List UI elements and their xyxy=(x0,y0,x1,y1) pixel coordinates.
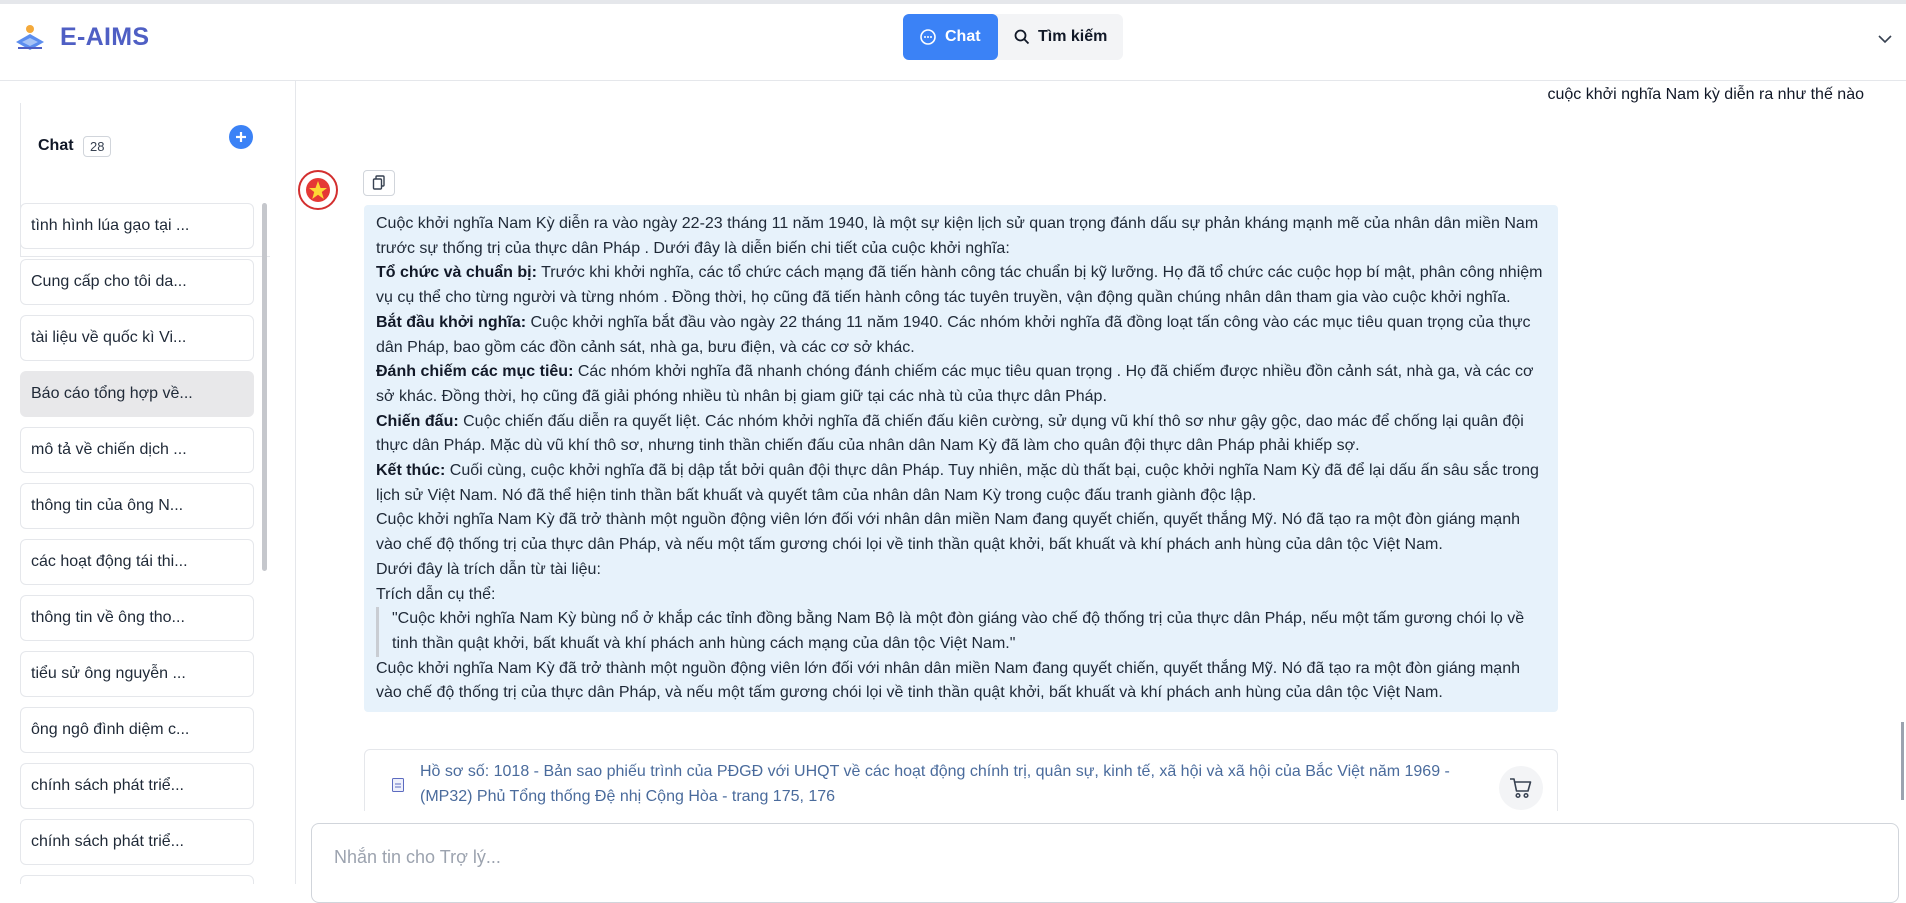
tab-chat[interactable]: Chat xyxy=(903,14,998,60)
user-message: cuộc khởi nghĩa Nam kỳ diễn ra như thế n… xyxy=(1547,86,1865,103)
conversation-item[interactable]: tình hình lúa gạo tại ... xyxy=(20,203,254,249)
section-text: Trước khi khởi nghĩa, các tổ chức cách m… xyxy=(376,264,1543,307)
new-chat-button[interactable] xyxy=(229,125,253,149)
section-heading: Kết thúc: xyxy=(376,462,446,480)
answer-section: Đánh chiếm các mục tiêu: Các nhóm khởi n… xyxy=(376,360,1546,409)
answer-section: Kết thúc: Cuối cùng, cuộc khởi nghĩa đã … xyxy=(376,459,1546,508)
chat-scrollbar[interactable] xyxy=(1901,722,1904,800)
tab-chat-label: Chat xyxy=(945,28,981,45)
conversation-item[interactable]: thông tin của ông N... xyxy=(20,483,254,529)
answer-intro: Cuộc khởi nghĩa Nam Kỳ diễn ra vào ngày … xyxy=(376,215,1539,257)
conversation-item[interactable]: Cung cấp cho tôi da... xyxy=(20,259,254,305)
conversation-item-selected[interactable]: Báo cáo tổng hợp về... xyxy=(20,371,254,417)
tab-search[interactable]: Tìm kiếm xyxy=(998,14,1124,60)
message-input[interactable] xyxy=(334,842,1834,872)
answer-conclusion: Cuộc khởi nghĩa Nam Kỳ đã trở thành một … xyxy=(376,511,1520,554)
tab-search-label: Tìm kiếm xyxy=(1038,28,1108,45)
logo-icon xyxy=(16,25,44,50)
conversation-item[interactable]: tiểu sử ông nguyễn ... xyxy=(20,651,254,697)
mode-switch: Chat Tìm kiếm xyxy=(903,14,1124,60)
sidebar-title: Chat xyxy=(38,137,74,154)
conversation-item[interactable]: chính sách phát triể... xyxy=(20,819,254,865)
chat-count-badge: 28 xyxy=(83,136,112,157)
conversation-item[interactable]: tài liệu về quốc kì Vi... xyxy=(20,315,254,361)
answer-section: Chiến đấu: Cuộc chiến đấu diễn ra quyết … xyxy=(376,410,1546,459)
section-heading: Bắt đầu khởi nghĩa: xyxy=(376,313,527,331)
chat-main: cuộc khởi nghĩa Nam kỳ diễn ra như thế n… xyxy=(297,81,1906,811)
section-heading: Đánh chiếm các mục tiêu: xyxy=(376,363,574,381)
app-logo[interactable]: E-AIMS xyxy=(12,22,149,52)
conversation-item[interactable]: mô tả về chiến dịch ... xyxy=(20,427,254,473)
source-card: Hồ sơ số: 1018 - Bản sao phiếu trình của… xyxy=(364,749,1558,811)
conversation-list: tình hình lúa gạo tại ... Cung cấp cho t… xyxy=(20,203,254,884)
assistant-avatar xyxy=(298,170,338,210)
add-to-cart-button[interactable] xyxy=(1499,766,1543,810)
answer-section: Bắt đầu khởi nghĩa: Cuộc khởi nghĩa bắt … xyxy=(376,311,1546,360)
section-text: Cuộc khởi nghĩa bắt đầu vào ngày 22 thán… xyxy=(376,313,1531,356)
conversation-item[interactable]: ông ngô đình diệm c... xyxy=(20,707,254,753)
assistant-message: Cuộc khởi nghĩa Nam Kỳ diễn ra vào ngày … xyxy=(364,205,1558,713)
section-heading: Tổ chức và chuẩn bị: xyxy=(376,264,537,282)
answer-section: Tổ chức và chuẩn bị: Trước khi khởi nghĩ… xyxy=(376,261,1546,310)
citation-label: Trích dẫn cụ thể: xyxy=(376,585,496,603)
conversation-item[interactable] xyxy=(20,875,254,884)
app-name: E-AIMS xyxy=(60,22,150,51)
message-composer xyxy=(311,823,1899,903)
document-icon xyxy=(392,778,404,792)
section-heading: Chiến đấu: xyxy=(376,412,459,430)
chat-bubble-icon xyxy=(920,29,936,45)
sidebar: Chat 28 tình hình lúa gạo tại ... Cung c… xyxy=(0,81,296,884)
sidebar-scrollbar[interactable] xyxy=(262,203,267,571)
plus-circle-icon xyxy=(236,132,246,142)
section-text: Cuộc chiến đấu diễn ra quyết liệt. Các n… xyxy=(376,412,1524,455)
source-link[interactable]: Hồ sơ số: 1018 - Bản sao phiếu trình của… xyxy=(420,759,1480,809)
citation-intro: Dưới đây là trích dẫn từ tài liệu: xyxy=(376,560,601,578)
cart-icon xyxy=(1510,778,1532,799)
section-text: Cuối cùng, cuộc khởi nghĩa đã bị dập tắt… xyxy=(376,462,1539,504)
app-header: E-AIMS Chat Tìm kiếm xyxy=(0,0,1906,81)
citation-quote: "Cuộc khởi nghĩa Nam Kỳ bùng nổ ở khắp c… xyxy=(376,607,1546,657)
conversation-item[interactable]: thông tin về ông tho... xyxy=(20,595,254,641)
copy-button[interactable] xyxy=(363,170,395,196)
conversation-item[interactable]: chính sách phát triể... xyxy=(20,763,254,809)
chevron-down-icon[interactable] xyxy=(1876,30,1894,48)
conversation-item[interactable]: các hoạt động tái thi... xyxy=(20,539,254,585)
search-icon xyxy=(1014,29,1030,45)
answer-closing: Cuộc khởi nghĩa Nam Kỳ đã trở thành một … xyxy=(376,659,1520,702)
copy-icon xyxy=(372,175,385,190)
